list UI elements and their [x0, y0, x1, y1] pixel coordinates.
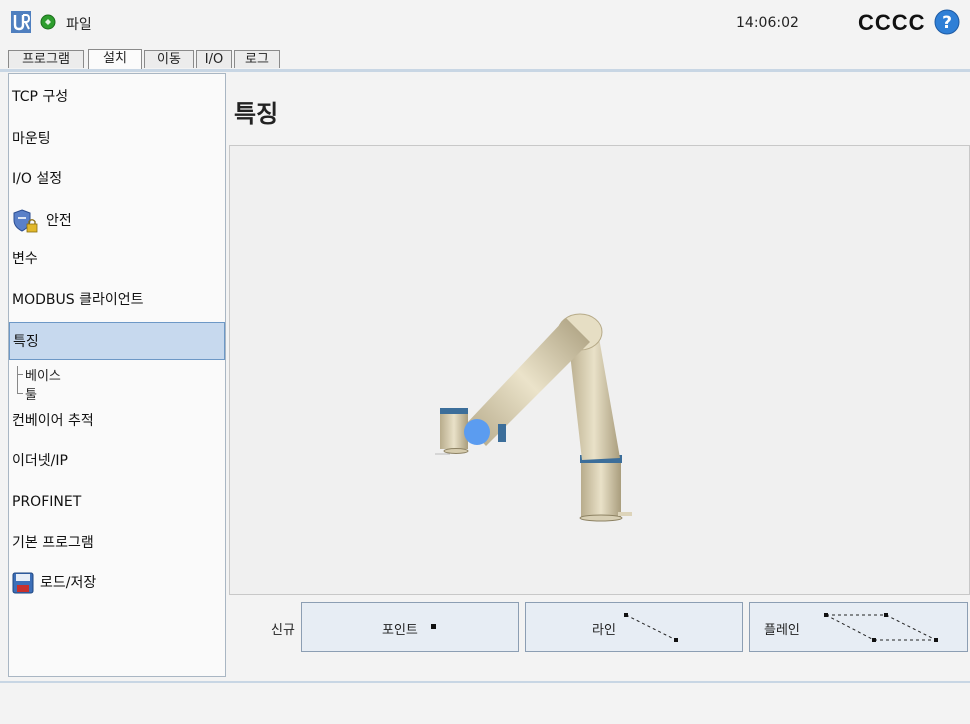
sidebar-item-ethernet-ip[interactable]: 이더넷/IP — [9, 442, 225, 480]
sidebar-item-label: 마운팅 — [12, 131, 51, 147]
robot-status-icon[interactable] — [40, 14, 56, 30]
robot-3d-view[interactable] — [229, 145, 970, 595]
sidebar-item-label: 특징 — [13, 334, 39, 350]
sidebar-item-label: 컨베이어 추적 — [12, 413, 94, 429]
sidebar-item-label: 안전 — [46, 213, 72, 229]
sidebar-item-label: 변수 — [12, 251, 38, 267]
shield-lock-icon — [13, 209, 38, 233]
sidebar-item-safety[interactable]: 안전 — [9, 202, 225, 240]
robot-arm-graphic — [435, 313, 632, 522]
sidebar-item-tcp[interactable]: TCP 구성 — [9, 78, 225, 116]
feature-item-base[interactable]: 베이스 — [25, 365, 61, 384]
file-menu[interactable]: 파일 — [66, 14, 92, 34]
tab-program[interactable]: 프로그램 — [8, 50, 84, 68]
button-label: 라인 — [592, 623, 616, 638]
sidebar-item-features[interactable]: 특징 — [9, 322, 225, 360]
sidebar-item-variables[interactable]: 변수 — [9, 240, 225, 278]
add-point-button[interactable]: 포인트 — [301, 602, 519, 652]
sidebar-item-label: I/O 설정 — [12, 171, 63, 187]
ur-logo-icon — [11, 11, 31, 33]
sidebar-item-profinet[interactable]: PROFINET — [9, 483, 225, 521]
line-icon — [624, 613, 678, 642]
tree-connector — [17, 374, 23, 375]
sidebar-item-modbus[interactable]: MODBUS 클라이언트 — [9, 281, 225, 319]
tab-log[interactable]: 로그 — [234, 50, 280, 68]
sidebar-item-conveyor-tracking[interactable]: 컨베이어 추적 — [9, 402, 225, 440]
installation-sidebar: TCP 구성 마운팅 I/O 설정 안전 변수 MODBUS 클라이언트 특징 … — [8, 73, 226, 677]
add-line-button[interactable]: 라인 — [525, 602, 743, 652]
plane-icon — [824, 613, 938, 642]
top-bar: 파일 14:06:02 CCCC ? — [0, 0, 970, 46]
sidebar-item-label: MODBUS 클라이언트 — [12, 292, 144, 308]
sidebar-item-label: 기본 프로그램 — [12, 535, 94, 551]
sidebar-item-io-setup[interactable]: I/O 설정 — [9, 160, 225, 198]
robot-name: CCCC — [858, 10, 926, 35]
sidebar-item-label: TCP 구성 — [12, 89, 69, 105]
page-title: 특징 — [234, 100, 279, 128]
tab-installation[interactable]: 설치 — [88, 49, 142, 70]
tab-io[interactable]: I/O — [196, 50, 232, 68]
tree-connector — [17, 393, 23, 394]
new-feature-label: 신규 — [271, 623, 295, 638]
sidebar-item-default-program[interactable]: 기본 프로그램 — [9, 524, 225, 562]
button-label: 플레인 — [764, 623, 800, 638]
svg-text:?: ? — [942, 13, 952, 33]
sidebar-item-mounting[interactable]: 마운팅 — [9, 120, 225, 158]
sidebar-item-load-save[interactable]: 로드/저장 — [9, 564, 225, 602]
tab-divider — [0, 69, 970, 72]
sidebar-item-label: PROFINET — [12, 494, 82, 510]
footer-divider — [0, 681, 970, 683]
feature-item-tool[interactable]: 툴 — [25, 384, 37, 403]
sidebar-item-label: 이더넷/IP — [12, 453, 68, 469]
point-icon — [431, 624, 436, 629]
add-plane-button[interactable]: 플레인 — [749, 602, 968, 652]
tab-move[interactable]: 이동 — [144, 50, 194, 68]
sidebar-item-label: 로드/저장 — [40, 575, 97, 591]
clock: 14:06:02 — [736, 15, 799, 31]
help-icon[interactable]: ? — [934, 9, 960, 35]
save-disk-icon — [12, 572, 34, 594]
button-label: 포인트 — [382, 623, 418, 638]
tree-connector — [17, 366, 18, 394]
